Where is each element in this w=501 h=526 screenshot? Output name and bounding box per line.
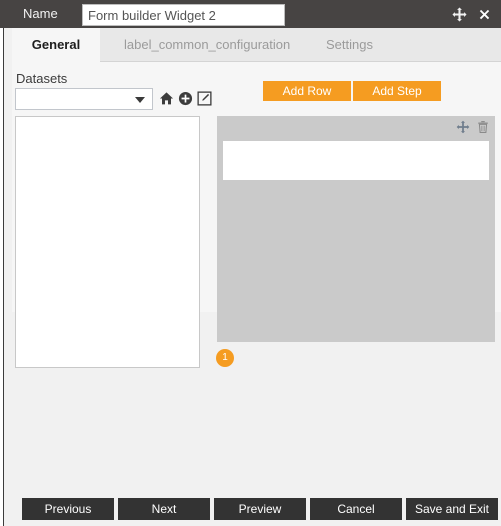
add-step-button[interactable]: Add Step bbox=[353, 81, 441, 101]
tab-label-common-configuration-label: label_common_configuration bbox=[124, 37, 291, 52]
preview-button[interactable]: Preview bbox=[214, 498, 306, 520]
tab-general-label: General bbox=[31, 37, 81, 52]
move-icon[interactable] bbox=[456, 120, 470, 134]
widget-name-input[interactable] bbox=[82, 4, 285, 26]
widget-editor-dialog: Name General label_common_configuration … bbox=[0, 0, 501, 526]
step-container bbox=[217, 116, 495, 342]
previous-button[interactable]: Previous bbox=[22, 498, 114, 520]
step-toolbar bbox=[456, 120, 490, 134]
add-row-button[interactable]: Add Row bbox=[263, 81, 351, 101]
tab-bar: General label_common_configuration Setti… bbox=[12, 28, 501, 62]
dialog-titlebar: Name bbox=[0, 0, 501, 28]
tab-settings[interactable]: Settings bbox=[312, 28, 387, 62]
datasets-label: Datasets bbox=[16, 71, 68, 86]
step-row[interactable] bbox=[223, 141, 489, 180]
tab-settings-label: Settings bbox=[326, 37, 373, 52]
close-icon[interactable] bbox=[477, 7, 492, 22]
tab-label-common-configuration[interactable]: label_common_configuration bbox=[110, 28, 304, 62]
next-button[interactable]: Next bbox=[118, 498, 210, 520]
cancel-button[interactable]: Cancel bbox=[310, 498, 402, 520]
titlebar-actions bbox=[452, 0, 492, 28]
step-number-badge[interactable]: 1 bbox=[216, 349, 234, 367]
home-icon[interactable] bbox=[159, 91, 174, 106]
trash-icon[interactable] bbox=[476, 120, 490, 134]
tab-general[interactable]: General bbox=[12, 28, 100, 62]
edit-pencil-icon[interactable] bbox=[197, 91, 212, 106]
save-and-exit-button[interactable]: Save and Exit bbox=[406, 498, 498, 520]
move-icon[interactable] bbox=[452, 6, 467, 22]
window-left-gutter bbox=[4, 28, 12, 526]
chevron-down-icon bbox=[135, 97, 145, 103]
datasets-select[interactable] bbox=[15, 88, 153, 110]
dialog-footer: Previous Next Preview Cancel Save and Ex… bbox=[12, 498, 501, 526]
dataset-list-box[interactable] bbox=[15, 116, 200, 368]
dataset-tools bbox=[159, 91, 212, 106]
plus-circle-icon[interactable] bbox=[178, 91, 193, 106]
name-field-label: Name bbox=[23, 6, 58, 21]
